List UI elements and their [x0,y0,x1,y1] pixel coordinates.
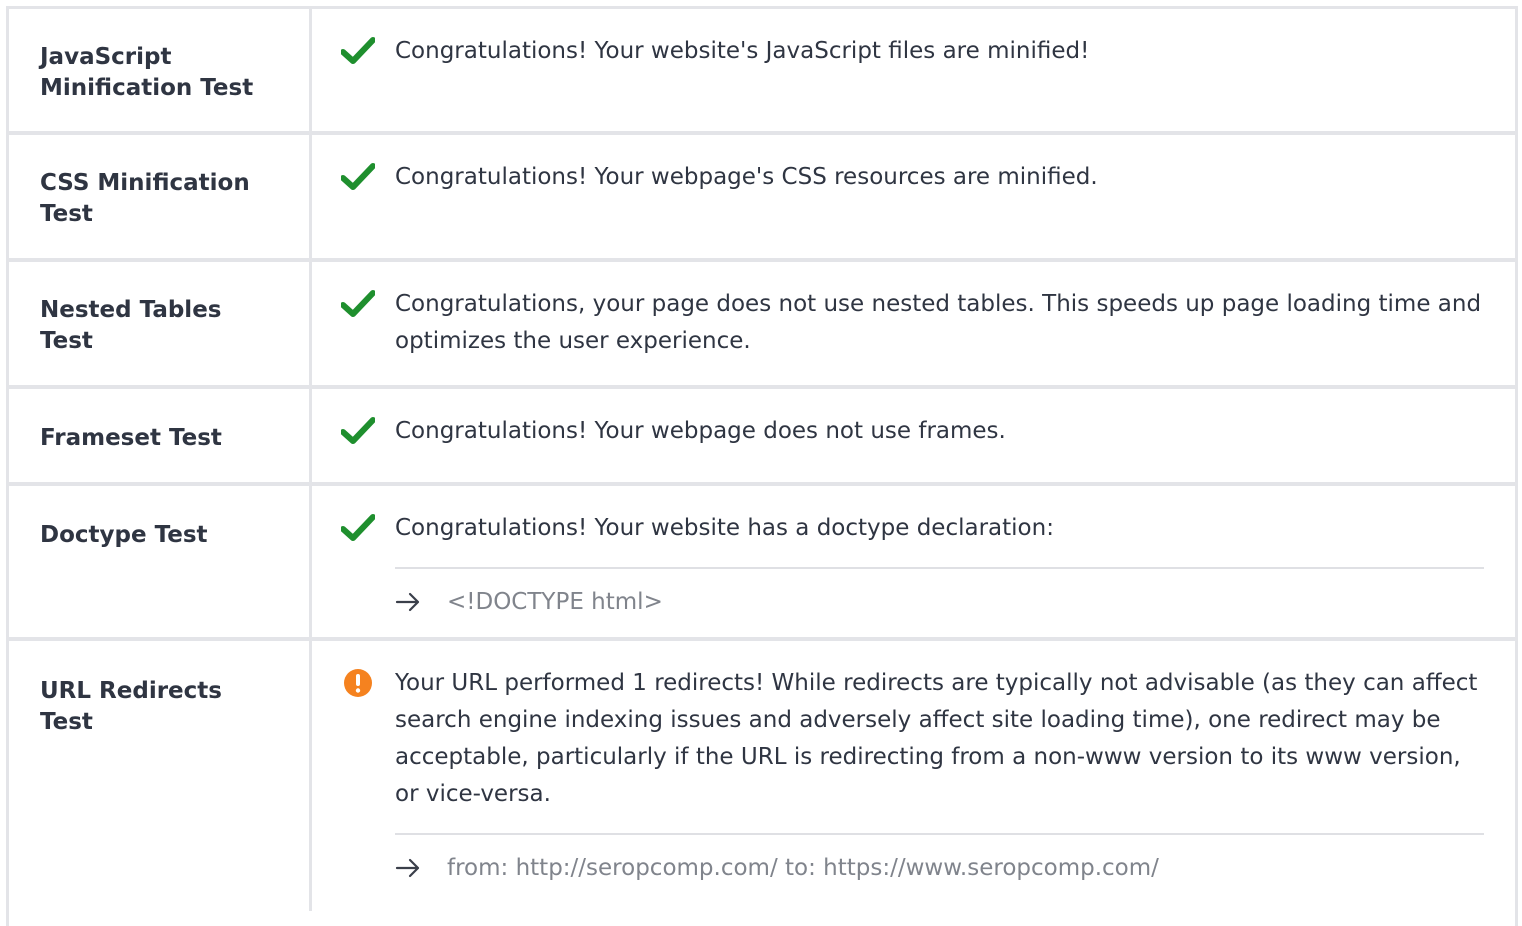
arrow-right-icon [395,853,425,883]
result-row-frameset: Frameset Test Congratulations! Your webp… [9,389,1515,486]
result-message: Congratulations, your page does not use … [395,291,1482,354]
result-message: Congratulations! Your website's JavaScri… [395,38,1090,64]
result-cell: Congratulations! Your webpage's CSS reso… [312,135,1515,258]
check-icon [340,286,376,322]
test-label: CSS Minification Test [40,170,250,227]
detail-line: <!DOCTYPE html> [395,569,1484,619]
detail-text: from: http://seropcomp.com/ to: https://… [447,855,1159,881]
test-label-cell: URL Redirects Test [9,641,312,911]
result-cell: Congratulations! Your website has a doct… [312,486,1515,637]
detail-line: from: http://seropcomp.com/ to: https://… [395,835,1484,885]
result-cell: Congratulations, your page does not use … [312,262,1515,385]
result-cell: Congratulations! Your webpage does not u… [312,389,1515,482]
result-row-url-redirects: URL Redirects Test Your URL performed 1 … [9,641,1515,911]
warning-icon [340,665,376,701]
test-label-cell: Doctype Test [9,486,312,637]
result-cell: Your URL performed 1 redirects! While re… [312,641,1515,911]
detail-text: <!DOCTYPE html> [447,589,663,615]
test-label: JavaScript Minification Test [40,44,254,101]
test-label-cell: Nested Tables Test [9,262,312,385]
check-icon [340,413,376,449]
test-label-cell: JavaScript Minification Test [9,9,312,131]
result-row-nested-tables: Nested Tables Test Congratulations, your… [9,262,1515,389]
arrow-right-icon [395,587,425,617]
result-message: Congratulations! Your website has a doct… [395,515,1054,541]
seo-results-table: JavaScript Minification Test Congratulat… [6,6,1518,926]
test-label: Doctype Test [40,522,208,548]
result-message: Congratulations! Your webpage does not u… [395,418,1006,444]
test-label: Nested Tables Test [40,297,222,354]
test-label-cell: CSS Minification Test [9,135,312,258]
test-label-cell: Frameset Test [9,389,312,482]
check-icon [340,510,376,546]
result-row-doctype: Doctype Test Congratulations! Your websi… [9,486,1515,641]
result-row-css-minification: CSS Minification Test Congratulations! Y… [9,135,1515,262]
result-message: Congratulations! Your webpage's CSS reso… [395,164,1098,190]
result-message: Your URL performed 1 redirects! While re… [395,670,1478,807]
check-icon [340,159,376,195]
check-icon [340,33,376,69]
test-label: Frameset Test [40,425,222,451]
result-row-js-minification: JavaScript Minification Test Congratulat… [9,9,1515,135]
test-label: URL Redirects Test [40,678,222,735]
result-cell: Congratulations! Your website's JavaScri… [312,9,1515,131]
